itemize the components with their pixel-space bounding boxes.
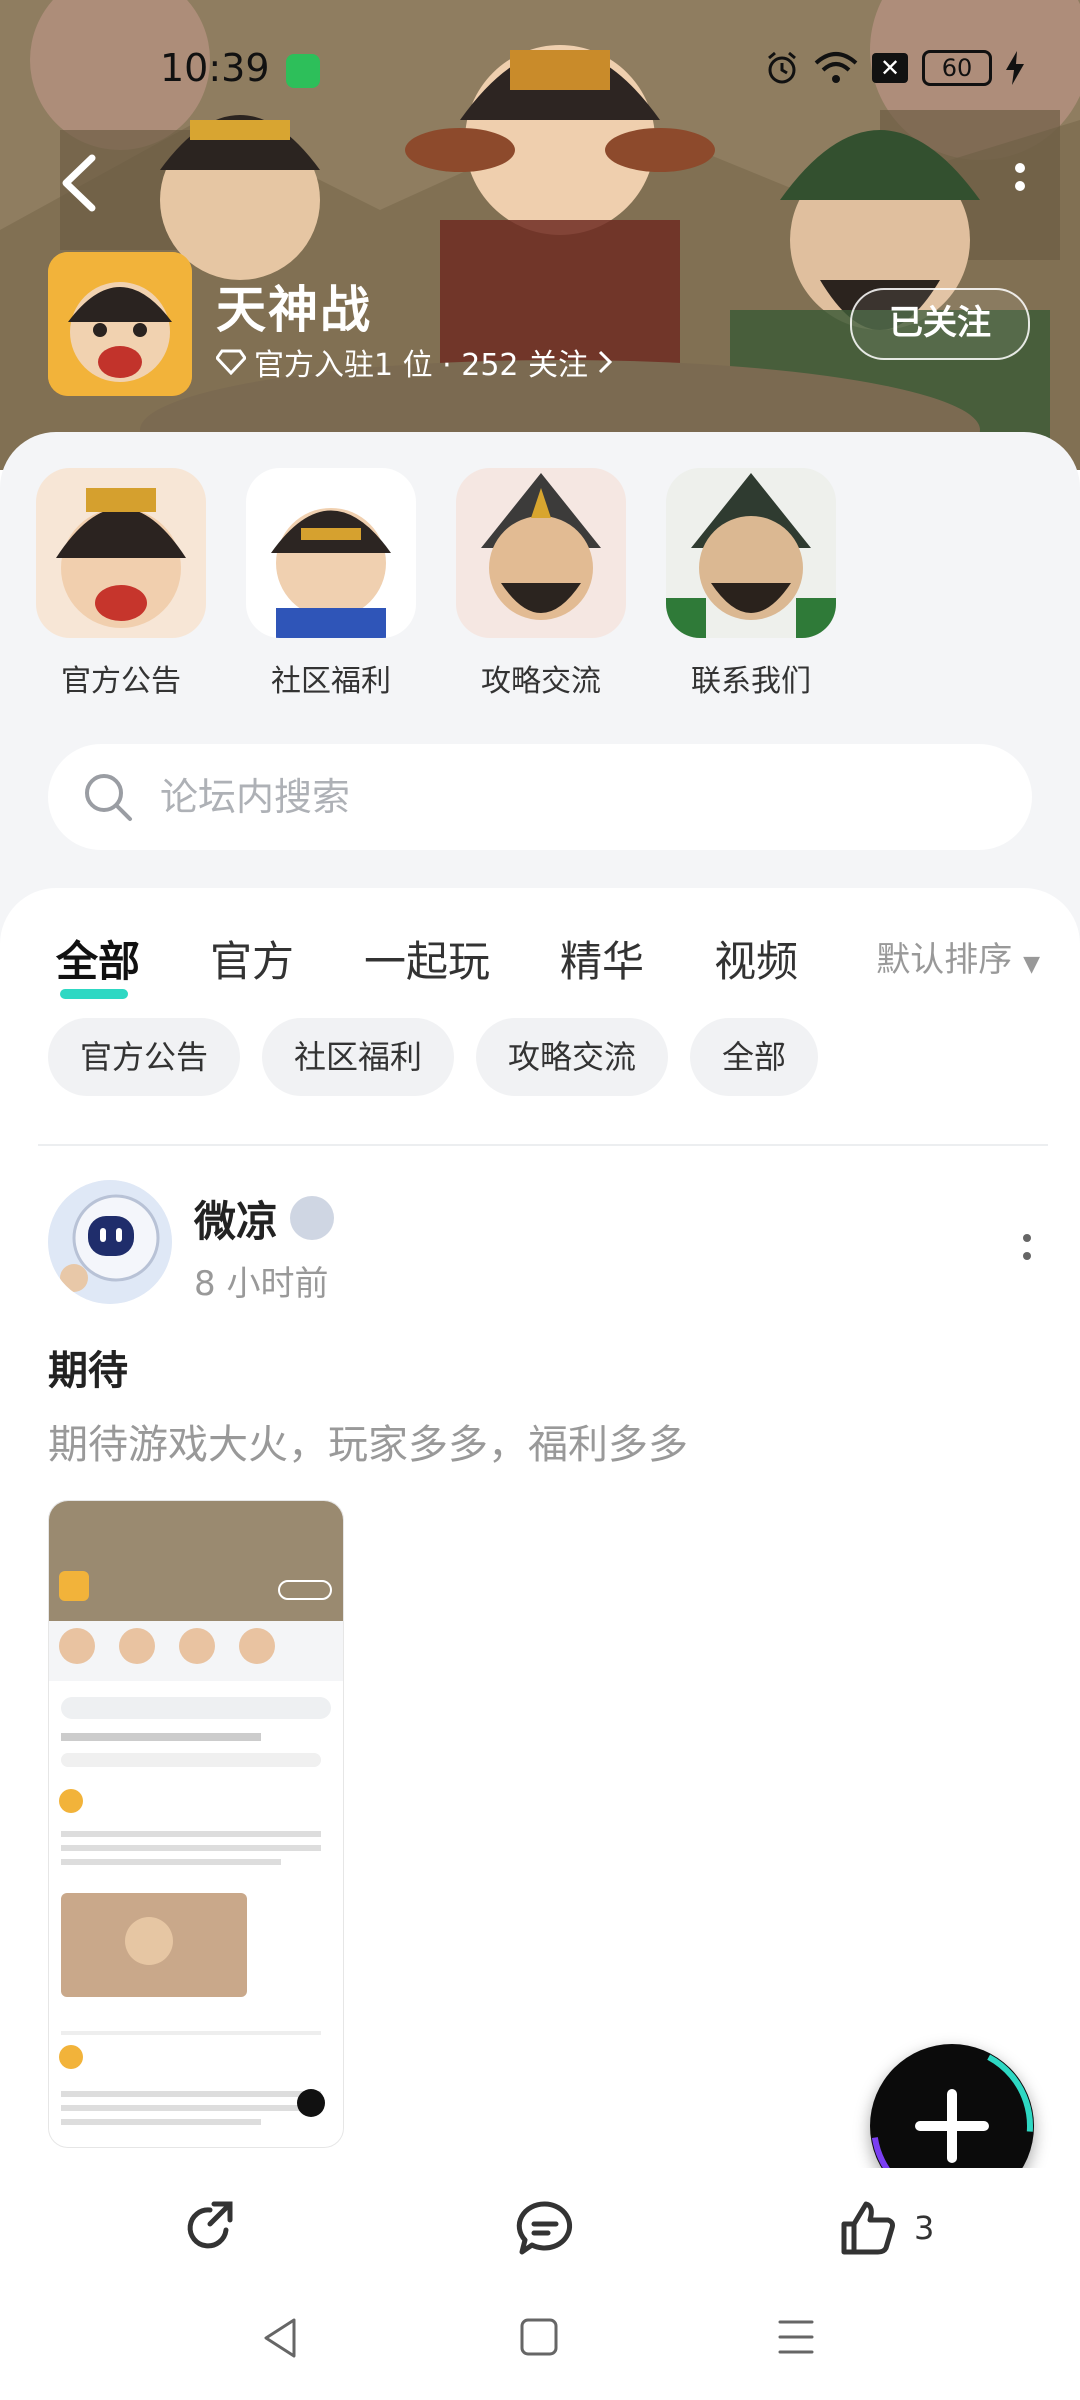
no-sim-icon: ✕ (872, 53, 908, 83)
diamond-icon (216, 349, 246, 375)
character-portrait-4 (666, 468, 836, 638)
tab-featured[interactable]: 精华 (560, 928, 644, 989)
nav-back-icon[interactable] (258, 2314, 302, 2362)
game-meta[interactable]: 官方入驻1 位 · 252 关注 (216, 340, 614, 384)
security-shield-icon (286, 54, 320, 88)
chevron-right-icon (598, 350, 613, 374)
system-navigation-bar (0, 2288, 1080, 2400)
shortcut-label: 社区福利 (271, 664, 391, 699)
forum-search-bar[interactable] (48, 744, 1032, 850)
tab-official[interactable]: 官方 (210, 928, 294, 989)
post-title: 期待 (48, 1348, 128, 1394)
shortcut-row: 官方公告 社区福利 攻略交流 联系我们 (36, 468, 836, 700)
wifi-icon (814, 52, 858, 83)
charging-icon (1006, 51, 1024, 85)
character-portrait-3 (456, 468, 626, 638)
post-action-bar: 3 (0, 2168, 1080, 2288)
shortcut-image (456, 468, 626, 638)
shortcut-label: 攻略交流 (481, 664, 601, 699)
chip-all[interactable]: 全部 (690, 1018, 819, 1096)
post-more-icon[interactable] (1012, 1220, 1042, 1280)
author-name[interactable]: 微凉 (194, 1188, 278, 1249)
shortcut-image (246, 468, 416, 638)
comment-button[interactable] (514, 2198, 576, 2258)
game-title: 天神战 (216, 281, 372, 339)
chip-community-welfare[interactable]: 社区福利 (262, 1018, 455, 1096)
game-avatar-art (48, 252, 192, 396)
like-button[interactable]: 3 (838, 2198, 934, 2258)
tab-play-together[interactable]: 一起玩 (364, 928, 490, 989)
sort-label: 默认排序 (876, 940, 1013, 980)
game-avatar[interactable] (48, 252, 192, 396)
post-image-thumbnail[interactable] (48, 1500, 344, 2148)
status-time: 10:39 (160, 46, 270, 90)
filter-tabs: 全部 官方 一起玩 精华 视频 (56, 928, 798, 999)
comment-icon (516, 2201, 573, 2255)
divider (38, 1144, 1048, 1146)
character-portrait-1 (36, 468, 206, 638)
official-and-followers: 官方入驻1 位 · 252 关注 (254, 348, 589, 383)
share-icon (187, 2201, 233, 2249)
nav-menu-icon[interactable] (774, 2316, 818, 2358)
tab-video[interactable]: 视频 (714, 928, 798, 989)
like-count: 3 (914, 2209, 935, 2247)
thumbs-up-icon (841, 2201, 895, 2255)
battery-indicator: 60 (922, 50, 992, 86)
shortcut-label: 联系我们 (691, 664, 811, 699)
sort-dropdown[interactable]: 默认排序 ▼ (876, 932, 1040, 981)
back-arrow-icon[interactable] (52, 148, 112, 218)
share-button[interactable] (180, 2198, 240, 2258)
shortcut-strategy-exchange[interactable]: 攻略交流 (456, 468, 626, 700)
shortcut-contact-us[interactable]: 联系我们 (666, 468, 836, 700)
shortcut-label: 官方公告 (61, 664, 181, 699)
robot-avatar-icon (48, 1180, 172, 1304)
shortcut-image (36, 468, 206, 638)
screenshot-preview (49, 1501, 343, 2147)
post-body: 期待游戏大火，玩家多多，福利多多 (48, 1422, 688, 1468)
alarm-icon (768, 51, 796, 84)
follow-button[interactable]: 已关注 (850, 288, 1030, 360)
more-options-icon[interactable] (1000, 156, 1040, 216)
shortcut-community-welfare[interactable]: 社区福利 (246, 468, 416, 700)
caret-down-icon: ▼ (1023, 952, 1040, 977)
chip-official-announcement[interactable]: 官方公告 (48, 1018, 241, 1096)
chip-strategy-exchange[interactable]: 攻略交流 (476, 1018, 669, 1096)
author-level-badge (290, 1196, 334, 1240)
author-avatar[interactable] (48, 1180, 172, 1304)
status-indicators: ✕ 60 (764, 50, 1024, 86)
category-chips: 官方公告 社区福利 攻略交流 全部 (48, 1018, 819, 1096)
tab-all[interactable]: 全部 (56, 928, 140, 999)
shortcut-official-announcement[interactable]: 官方公告 (36, 468, 206, 700)
search-input[interactable] (158, 774, 962, 820)
shortcut-image (666, 468, 836, 638)
character-portrait-2 (246, 468, 416, 638)
status-bar: 10:39 ✕ 60 (0, 40, 1080, 100)
search-icon (85, 774, 132, 821)
header-banner: 10:39 ✕ 60 天神战 官方入驻1 位 · 252 关注 已关注 (0, 0, 1080, 470)
nav-home-icon[interactable] (518, 2316, 560, 2358)
post-time: 8 小时前 (194, 1264, 329, 1304)
